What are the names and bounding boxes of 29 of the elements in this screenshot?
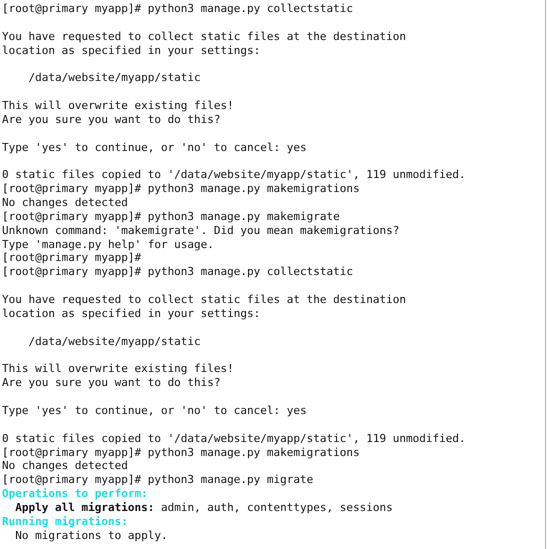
terminal-line: Running migrations:: [2, 514, 128, 529]
terminal-line: This will overwrite existing files!: [2, 362, 234, 376]
terminal-line: No changes detected: [2, 459, 128, 474]
terminal-line: 0 static files copied to '/data/website/myapp/static', 119 unmodified.: [2, 432, 466, 446]
terminal-line: location as specified in your settings:: [2, 306, 260, 321]
terminal-line: Apply all migrations: admin, auth, contenttypes, sessions: [14, 500, 393, 515]
terminal-line: This will overwrite existing files!: [2, 99, 234, 113]
terminal-line: [root@primary myapp]# python3 manage.py makemigrations: [2, 182, 360, 196]
terminal-line: Type 'yes' to continue, or 'no' to cancel: yes: [2, 404, 307, 418]
terminal-line: [root@primary myapp]# python3 manage.py collectstatic: [2, 2, 353, 16]
terminal-line: You have requested to collect static files at the destination: [2, 293, 406, 307]
terminal-line: location as specified in your settings:: [2, 44, 260, 58]
terminal-line: [root@primary myapp]#: [2, 251, 142, 266]
terminal-line: 0 static files copied to '/data/website/myapp/static', 119 unmodified.: [2, 168, 466, 182]
terminal-line: Type 'yes' to continue, or 'no' to cancel: yes: [2, 140, 307, 154]
terminal-line: Unknown command: 'makemigrate'. Did you mean makemigrations?: [2, 224, 400, 238]
terminal-line: Are you sure you want to do this?: [2, 112, 221, 127]
terminal-line: [root@primary myapp]# python3 manage.py collectstatic: [2, 265, 353, 280]
terminal-line: Type 'manage.py help' for usage.: [2, 238, 214, 252]
terminal-line: No migrations to apply.: [14, 528, 168, 543]
terminal-line: [root@primary myapp]# python3 manage.py migrate: [2, 473, 314, 488]
terminal-line: [root@primary myapp]# python3 manage.py makemigrations: [2, 446, 360, 460]
terminal-line: /data/website/myapp/static: [27, 71, 201, 86]
terminal-line: Are you sure you want to do this?: [2, 376, 221, 390]
terminal-line: No changes detected: [2, 196, 128, 210]
terminal-line: [root@primary myapp]# python3 manage.py makemigrate: [2, 210, 340, 224]
terminal-line: /data/website/myapp/static: [27, 334, 201, 348]
terminal-line: Operations to perform:: [2, 487, 148, 501]
terminal-line: You have requested to collect static files at the destination: [2, 30, 406, 44]
